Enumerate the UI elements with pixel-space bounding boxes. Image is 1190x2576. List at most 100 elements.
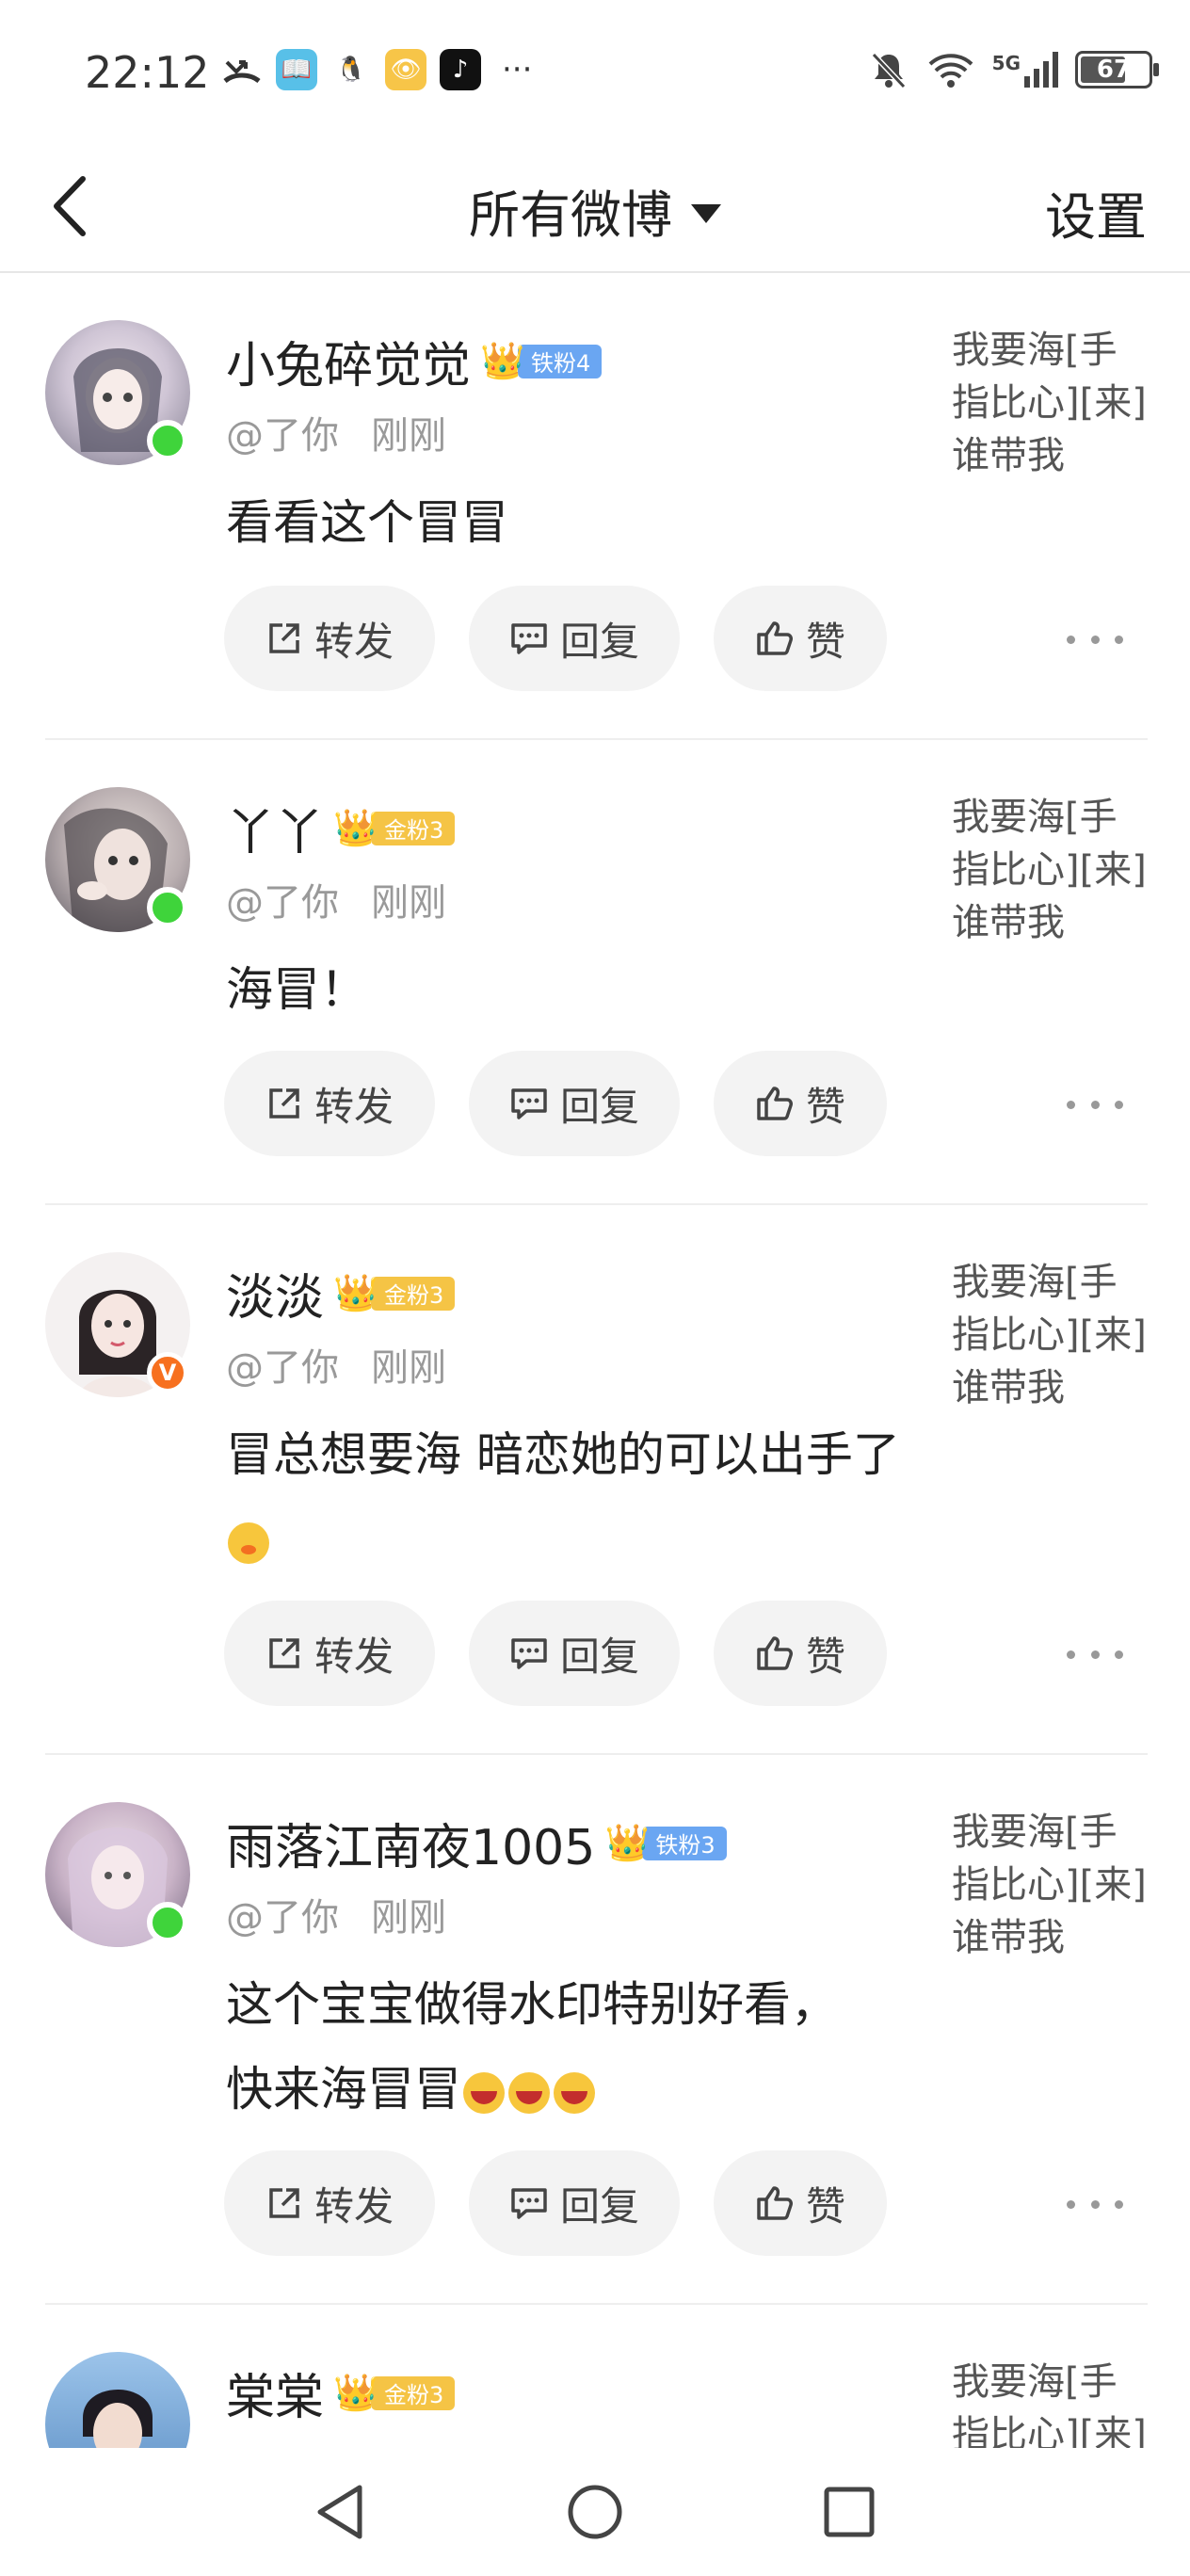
original-post-snippet[interactable]: 我要海[手指比心][来]谁带我: [952, 791, 1148, 949]
mention-label: @了你: [226, 414, 339, 458]
timestamp: 刚刚: [371, 2437, 446, 2448]
forward-button[interactable]: 转发: [224, 586, 435, 691]
meta-row: @了你 刚刚: [226, 2437, 446, 2448]
name-row: 淡淡 👑 金粉3: [226, 1258, 456, 1328]
mention-label: @了你: [226, 881, 339, 925]
reply-label: 回复: [559, 618, 639, 665]
share-icon: [269, 1638, 299, 1668]
online-indicator: [147, 887, 188, 928]
reply-label: 回复: [559, 2182, 639, 2230]
laugh-emoji-icon: [463, 2071, 505, 2114]
laugh-emoji-icon: [554, 2071, 595, 2114]
list-item: V 淡淡 👑 金粉3 @了你 刚刚 我要海[手指比心][来]谁带我 冒总想要海 …: [45, 1205, 1148, 1755]
reply-button[interactable]: 回复: [469, 1051, 680, 1156]
status-right: 5G 67: [868, 49, 1159, 90]
action-bar: 转发 回复 赞: [224, 1051, 887, 1156]
mention-label: @了你: [226, 2437, 339, 2448]
like-label: 赞: [805, 2182, 845, 2230]
status-bar: 22:12 📖 🐧 👁 ♪ ··· 5G 67: [0, 0, 1190, 141]
more-options-button[interactable]: [1067, 2190, 1123, 2218]
comment-text-body: 冒总想要海 暗恋她的可以出手了: [226, 1427, 900, 1482]
nav-back-button[interactable]: [308, 2479, 374, 2545]
page-title: 所有微博: [469, 185, 672, 245]
username[interactable]: 雨落江南夜1005: [226, 1808, 595, 1878]
username[interactable]: 丫丫: [226, 793, 324, 863]
like-label: 赞: [805, 1633, 845, 1680]
username[interactable]: 淡淡: [226, 1258, 324, 1328]
forward-button[interactable]: 转发: [224, 1051, 435, 1156]
comment-text: 海冒！: [226, 962, 367, 1017]
settings-button[interactable]: 设置: [1045, 175, 1147, 250]
like-button[interactable]: 赞: [714, 586, 887, 691]
like-button[interactable]: 赞: [714, 1601, 887, 1706]
reply-button[interactable]: 回复: [469, 2150, 680, 2256]
name-row: 雨落江南夜1005 👑 铁粉3: [226, 1808, 727, 1878]
original-post-snippet[interactable]: 我要海[手指比心][来]谁带我: [952, 2356, 1148, 2448]
crown-icon: 👑: [333, 2372, 378, 2413]
square-recents-icon: [824, 2487, 875, 2537]
list-item: 棠棠 👑 金粉3 @了你 刚刚 我要海[手指比心][来]谁带我: [45, 2305, 1148, 2448]
timestamp: 刚刚: [371, 414, 446, 458]
forward-label: 转发: [314, 2182, 394, 2230]
fan-badge[interactable]: 👑 金粉3: [333, 1272, 456, 1313]
reply-button[interactable]: 回复: [469, 1601, 680, 1706]
tiktok-icon: ♪: [440, 49, 481, 90]
fan-badge[interactable]: 👑 铁粉4: [480, 340, 603, 381]
comment-line: 这个宝宝做得水印特别好看，: [226, 1977, 838, 2032]
like-button[interactable]: 赞: [714, 1051, 887, 1156]
thumbs-up-icon: [757, 621, 793, 655]
original-post-snippet[interactable]: 我要海[手指比心][来]谁带我: [952, 1806, 1148, 1964]
online-indicator: [147, 1902, 188, 1943]
meta-row: @了你 刚刚: [226, 1337, 446, 1392]
crown-icon: 👑: [333, 807, 378, 848]
weibo-icon: 👁: [385, 49, 426, 90]
nav-home-button[interactable]: [562, 2479, 628, 2545]
fan-level: 金粉3: [371, 811, 456, 845]
meta-row: @了你 刚刚: [226, 872, 446, 926]
status-time: 22:12: [85, 47, 210, 98]
fan-badge[interactable]: 👑 铁粉3: [604, 1822, 727, 1863]
comment-icon: [511, 623, 547, 654]
circle-home-icon: [568, 2485, 622, 2539]
original-post-snippet[interactable]: 我要海[手指比心][来]谁带我: [952, 324, 1148, 482]
thumbs-up-icon: [757, 1636, 793, 1670]
forward-button[interactable]: 转发: [224, 2150, 435, 2256]
timestamp: 刚刚: [371, 881, 446, 925]
wifi-icon: [928, 54, 973, 88]
more-notifications: ···: [502, 51, 533, 89]
fan-badge[interactable]: 👑 金粉3: [333, 807, 456, 848]
system-nav-bar: [0, 2448, 1190, 2576]
action-bar: 转发 回复 赞: [224, 1601, 887, 1706]
more-options-button[interactable]: [1067, 1090, 1123, 1119]
avatar[interactable]: [45, 2352, 190, 2448]
comment-text: 看看这个冒冒: [226, 495, 508, 550]
fan-badge[interactable]: 👑 金粉3: [333, 2372, 456, 2413]
fan-level: 金粉3: [371, 2375, 456, 2410]
fan-level: 金粉3: [371, 1276, 456, 1311]
fan-level: 铁粉4: [518, 344, 603, 378]
meta-row: @了你 刚刚: [226, 405, 446, 459]
filter-dropdown[interactable]: 所有微博: [0, 173, 1190, 248]
more-options-button[interactable]: [1067, 1640, 1123, 1668]
comment-icon: [511, 2188, 547, 2219]
forward-button[interactable]: 转发: [224, 1601, 435, 1706]
cell-signal-icon: 5G: [992, 52, 1058, 88]
username[interactable]: 棠棠: [226, 2358, 324, 2428]
meta-row: @了你 刚刚: [226, 1887, 446, 1941]
reply-label: 回复: [559, 1633, 639, 1680]
original-post-snippet[interactable]: 我要海[手指比心][来]谁带我: [952, 1256, 1148, 1414]
comment-line: 快来海冒冒: [226, 2047, 970, 2132]
username[interactable]: 小兔碎觉觉: [226, 326, 471, 396]
crown-icon: 👑: [333, 1272, 378, 1313]
mute-bell-icon: [871, 52, 906, 89]
caret-down-icon: [691, 203, 721, 223]
action-bar: 转发 回复 赞: [224, 586, 887, 691]
reply-button[interactable]: 回复: [469, 586, 680, 691]
more-options-button[interactable]: [1067, 625, 1123, 653]
comment-icon: [511, 1088, 547, 1119]
share-icon: [269, 2188, 299, 2218]
like-button[interactable]: 赞: [714, 2150, 887, 2256]
nav-recents-button[interactable]: [816, 2479, 882, 2545]
notification-icons: 📖 🐧 👁 ♪ ···: [221, 49, 532, 90]
comment-icon: [511, 1638, 547, 1669]
